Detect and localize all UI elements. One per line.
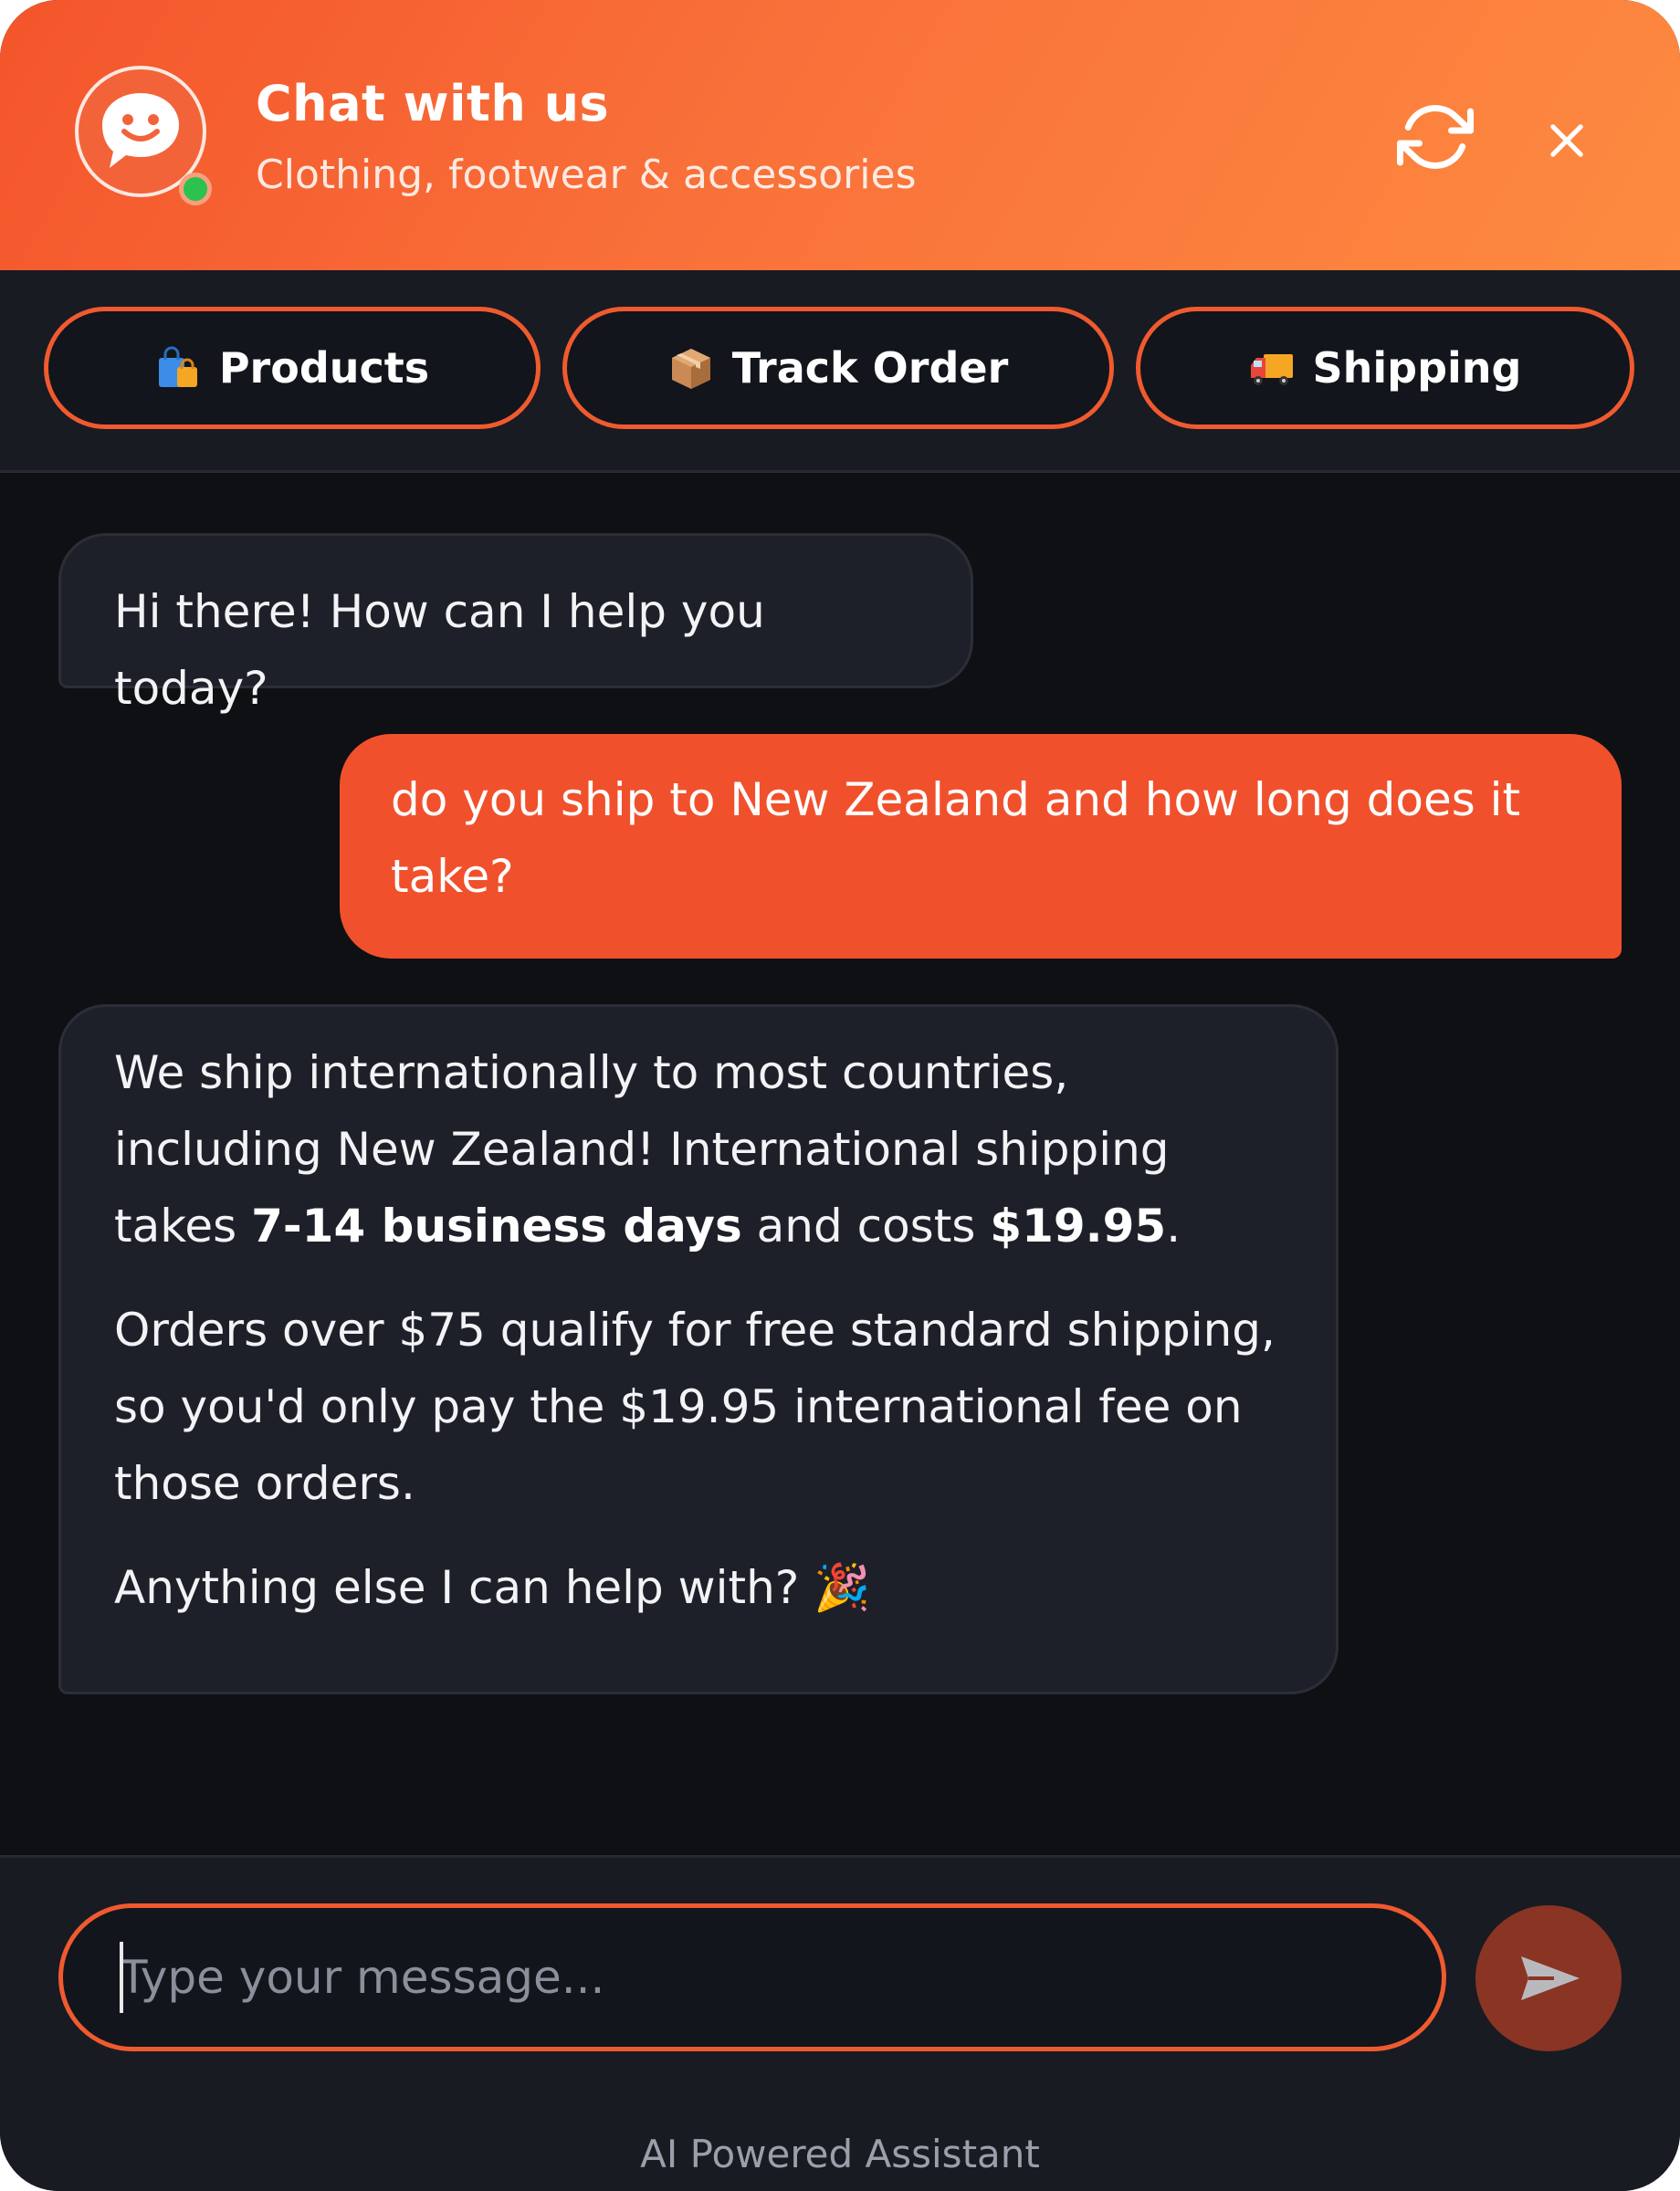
message-list: Hi there! How can I help you today? do y… — [0, 473, 1680, 1855]
shipping-label: Shipping — [1312, 343, 1522, 393]
message-text: . — [1166, 1200, 1181, 1253]
user-message: do you ship to New Zealand and how long … — [340, 734, 1622, 959]
message-paragraph: We ship internationally to most countrie… — [114, 1034, 1283, 1264]
text-cursor — [120, 1942, 123, 2013]
message-text: Orders over $75 qualify for free standar… — [114, 1304, 1276, 1510]
track-order-label: Track Order — [731, 343, 1009, 393]
send-icon — [1521, 1956, 1580, 2000]
close-icon — [1550, 124, 1583, 157]
bot-message: We ship internationally to most countrie… — [58, 1004, 1339, 1694]
refresh-button[interactable] — [1397, 99, 1474, 175]
footer-note: AI Powered Assistant — [640, 2132, 1040, 2176]
shipping-cost-text: $19.95 — [990, 1200, 1167, 1253]
products-label: Products — [218, 343, 430, 393]
chat-title: Chat with us — [256, 75, 610, 132]
chat-widget: Chat with us Clothing, footwear & access… — [0, 0, 1680, 2191]
message-paragraph: Anything else I can help with? 🎉 — [114, 1549, 1283, 1626]
chat-header: Chat with us Clothing, footwear & access… — [0, 0, 1680, 270]
close-button[interactable] — [1543, 117, 1591, 164]
message-text: Anything else I can help with? — [114, 1561, 814, 1614]
message-text: Hi there! How can I help you today? — [114, 585, 765, 715]
products-button[interactable]: Products — [44, 307, 541, 429]
chat-subtitle: Clothing, footwear & accessories — [256, 152, 917, 198]
send-button[interactable] — [1475, 1905, 1622, 2051]
delivery-time-text: 7-14 business days — [251, 1200, 742, 1253]
quick-actions-bar: Products Track Order Shipping — [0, 270, 1680, 473]
shipping-button[interactable]: Shipping — [1136, 307, 1634, 429]
message-text: do you ship to New Zealand and how long … — [391, 773, 1521, 903]
refresh-icon — [1397, 105, 1474, 169]
track-order-button[interactable]: Track Order — [562, 307, 1114, 429]
delivery-truck-icon — [1249, 345, 1295, 391]
message-input[interactable] — [58, 1903, 1446, 2051]
message-text: and costs — [741, 1200, 991, 1253]
message-paragraph: Orders over $75 qualify for free standar… — [114, 1292, 1283, 1522]
shopping-bags-icon — [155, 345, 201, 391]
bot-message: Hi there! How can I help you today? — [58, 533, 973, 715]
composer: AI Powered Assistant — [0, 1855, 1680, 2191]
online-status-dot — [179, 173, 212, 205]
party-popper-icon: 🎉 — [814, 1561, 871, 1614]
package-icon — [668, 345, 714, 391]
